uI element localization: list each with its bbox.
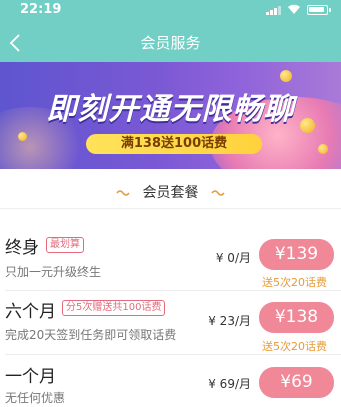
section-title: 会员套餐 (142, 185, 199, 201)
banner-promo-pill: 满138送100话费 (86, 134, 262, 154)
page-title: 会员服务 (140, 34, 201, 52)
plan-tag: 分5次赠送共100话费 (62, 300, 166, 316)
plan-description: 无任何优惠 (5, 391, 66, 405)
status-time: 22:19 (20, 2, 62, 17)
coin-icon (280, 70, 292, 82)
divider (0, 208, 341, 209)
signal-icon (266, 6, 281, 15)
wifi-icon (288, 4, 300, 14)
section-header: 会员套餐 (0, 180, 341, 204)
plan-name: 终身 (5, 238, 39, 258)
plan-gift: 送5次20话费 (262, 340, 327, 353)
plan-monthly-price: ¥ 23/月 (208, 314, 251, 328)
top-bar: 22:19 会员服务 (0, 0, 341, 62)
plan-monthly-price: ¥ 69/月 (208, 377, 251, 391)
plan-tag: 最划算 (46, 237, 84, 253)
plan-description: 只加一元升级终生 (5, 265, 102, 279)
banner-headline: 即刻开通无限畅聊 (46, 92, 295, 127)
divider (5, 354, 341, 355)
coin-icon (18, 132, 27, 141)
price-button[interactable]: ¥139 (259, 239, 334, 270)
battery-icon (307, 5, 331, 15)
plan-monthly-price: ¥ 0/月 (215, 251, 251, 265)
price-button[interactable]: ¥69 (259, 367, 334, 398)
divider (5, 290, 341, 291)
plan-name: 六个月 (5, 302, 56, 322)
plan-gift: 送5次20话费 (262, 276, 327, 289)
status-bar: 22:19 (0, 0, 341, 20)
plan-name: 一个月 (5, 367, 56, 387)
coin-icon (318, 144, 328, 154)
plan-description: 完成20天签到任务即可领取话费 (5, 328, 177, 342)
price-button[interactable]: ¥138 (259, 302, 334, 333)
wave-decoration-icon (211, 190, 225, 196)
promo-banner[interactable]: 即刻开通无限畅聊 满138送100话费 (0, 62, 341, 169)
